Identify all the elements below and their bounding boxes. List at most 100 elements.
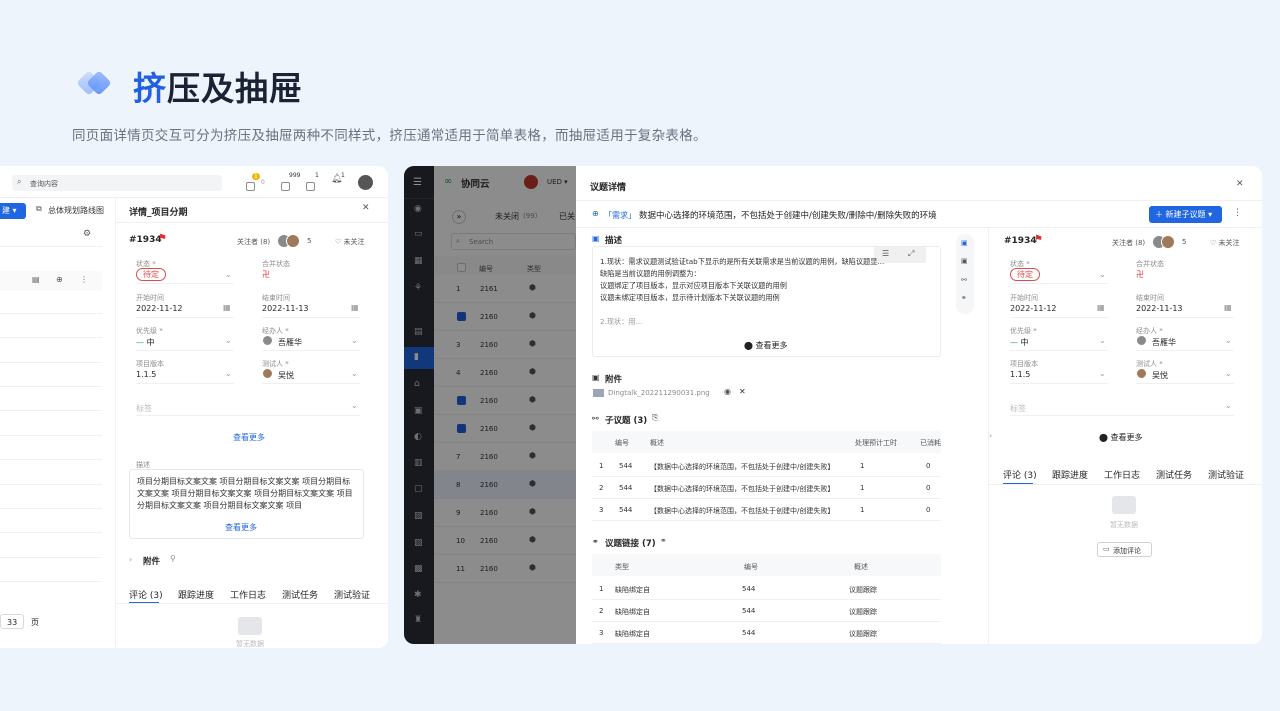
expand-icon[interactable]: › (129, 555, 132, 564)
priority-value[interactable]: 中 (1021, 338, 1029, 347)
more-icon[interactable]: ⋮ (1233, 208, 1242, 218)
tab-progress[interactable]: 跟踪进度 (178, 588, 214, 601)
link-row[interactable]: 2 缺陷绑定自 544 议题跟踪 (592, 600, 941, 622)
attach-title: 附件 (143, 557, 161, 567)
sub-cell-i: 1 (599, 462, 604, 470)
owner-value[interactable]: 吾雁华 (1152, 337, 1176, 348)
new-button[interactable]: 建 ▾ (0, 203, 26, 219)
follow-button[interactable]: ♡ 未关注 (1210, 238, 1240, 248)
tab-test-verify[interactable]: 测试验证 (334, 588, 370, 601)
drawer-title: 详情_项目分期 (129, 208, 188, 218)
close-icon[interactable]: ✕ (362, 203, 370, 213)
end-date[interactable]: 2022-11-13 (262, 304, 309, 313)
view-more-link[interactable]: ⬤ 查看更多 (1099, 432, 1143, 443)
anchor-sub-icon[interactable]: ⚯ (961, 276, 967, 284)
tab-progress[interactable]: 跟踪进度 (1052, 468, 1088, 481)
version-value[interactable]: 1.1.5 (136, 370, 156, 379)
sub-cell-h: 1 (860, 484, 865, 492)
tab-worklog[interactable]: 工作日志 (1104, 468, 1140, 481)
follow-button[interactable]: ♡ 未关注 (335, 237, 365, 247)
sub-col-desc: 概述 (650, 439, 664, 447)
follower-avatars[interactable] (1152, 234, 1175, 253)
issue-id: #1934 (129, 235, 162, 245)
follower-avatars[interactable] (277, 233, 300, 252)
desc-text: 1.现状：需求议题测试验证tab下显示的是所有关联需求是当前议题的用例，缺陷议题… (600, 257, 885, 326)
anchor-attach-icon[interactable]: ▣ (961, 257, 968, 265)
start-label: 开始时间 (136, 294, 164, 302)
sub-issue-row[interactable]: 3 544 【数据中心选择的环境范围，不包括处于创建中/创建失败】 1 0 (592, 499, 941, 521)
merge-value: 卍 (262, 270, 270, 279)
tab-comment[interactable]: 评论 (3) (1003, 468, 1037, 481)
link-row[interactable]: 3 缺陷绑定自 544 议题跟踪 (592, 622, 941, 644)
desc-more-link[interactable]: 查看更多 (225, 522, 257, 533)
tab-comment[interactable]: 评论 (3) (129, 588, 163, 601)
close-icon[interactable]: ✕ (1236, 179, 1244, 189)
link-col-type: 类型 (615, 563, 629, 571)
owner-value[interactable]: 吾雁华 (278, 337, 302, 348)
view-more-link[interactable]: ⬤ 查看更多 (744, 340, 788, 351)
target-icon[interactable]: ⊕ (56, 275, 63, 284)
overlay-mask[interactable] (404, 166, 576, 644)
new-sub-issue-button[interactable]: ＋ 新建子议题 ▾ (1149, 206, 1222, 223)
version-value[interactable]: 1.1.5 (1010, 370, 1030, 379)
status-value[interactable]: 待定 (136, 268, 166, 281)
page-subtitle: 同页面详情页交互可分为挤压及抽屉两种不同样式，挤压通常适用于简单表格，而抽屉适用… (72, 128, 707, 144)
start-date[interactable]: 2022-11-12 (136, 304, 183, 313)
settings-icon[interactable]: ⚙ (83, 229, 91, 239)
more-icon[interactable]: ⋮ (80, 275, 88, 284)
link-cell-no: 544 (742, 585, 756, 593)
search-input[interactable]: ⌕ 查询内容 (12, 175, 222, 191)
link-cell-i: 1 (599, 585, 604, 593)
add-link-icon[interactable]: ⚭ (660, 536, 667, 545)
eye-icon[interactable]: ◉ (724, 387, 731, 396)
collapse-panel-icon[interactable]: › (989, 431, 992, 440)
empty-box-icon (1112, 496, 1136, 514)
link-col-no: 编号 (744, 563, 758, 571)
calendar-icon[interactable]: ▦ (1224, 303, 1232, 312)
tag-field[interactable]: 标签 (136, 403, 152, 414)
add-comment-button[interactable]: ▭ 添加评论 (1097, 542, 1152, 557)
merge-label: 合并状态 (262, 260, 290, 268)
tab-worklog[interactable]: 工作日志 (230, 588, 266, 601)
user-avatar[interactable] (357, 174, 374, 191)
tester-value[interactable]: 吴悦 (1152, 370, 1168, 381)
attach-file-link[interactable]: Dingtalk_20221129003​1.png (608, 389, 710, 397)
link-cell-type: 缺陷绑定自 (615, 630, 650, 638)
anchor-link-icon[interactable]: ⚭ (961, 294, 967, 302)
sub-cell-u: 0 (926, 484, 931, 492)
priority-value[interactable]: 中 (147, 338, 155, 347)
add-sub-icon[interactable]: ⎘ (652, 413, 658, 423)
desc-title: 描述 (605, 236, 623, 246)
tab-test-task[interactable]: 测试任务 (282, 588, 318, 601)
view-more-link[interactable]: 查看更多 (233, 432, 265, 443)
roadmap-link[interactable]: 总体规划路线图 (48, 205, 104, 216)
start-date[interactable]: 2022-11-12 (1010, 304, 1057, 313)
doc-icon[interactable]: ▤ (32, 275, 40, 284)
status-value[interactable]: 待定 (1010, 268, 1040, 281)
desc-box[interactable]: 项目分期目标文案文案 项目分期目标文案文案 项目分期目标文案文案 项目分期目标文… (129, 469, 364, 539)
calendar-icon[interactable]: ▦ (1097, 303, 1105, 312)
issue-id: #1934 (1004, 236, 1037, 246)
sub-cell-i: 3 (599, 506, 604, 514)
tab-test-task[interactable]: 测试任务 (1156, 468, 1192, 481)
link-cell-type: 缺陷绑定自 (615, 586, 650, 594)
calendar-icon[interactable]: ▦ (351, 303, 359, 312)
priority-label: 优先级 * (136, 327, 163, 335)
delete-icon[interactable]: ✕ (739, 387, 746, 396)
tag-field[interactable]: 标签 (1010, 403, 1026, 414)
tester-value[interactable]: 吴悦 (278, 370, 294, 381)
sub-issue-row[interactable]: 1 544 【数据中心选择的环境范围，不包括处于创建中/创建失败】 1 0 (592, 455, 941, 477)
calendar-icon[interactable]: ▦ (223, 303, 231, 312)
tab-test-verify[interactable]: 测试验证 (1208, 468, 1244, 481)
start-label: 开始时间 (1010, 294, 1038, 302)
anchor-desc-icon[interactable]: ▣ (961, 239, 968, 247)
end-date[interactable]: 2022-11-13 (1136, 304, 1183, 313)
fullscreen-icon[interactable]: ⤢ (908, 249, 914, 259)
paperclip-icon[interactable]: ⚲ (170, 554, 176, 563)
page-input[interactable]: 33 (0, 614, 24, 629)
link-row[interactable]: 1 缺陷绑定自 544 议题跟踪 (592, 578, 941, 600)
flag-icon: ⚑ (158, 233, 167, 244)
todo-icon[interactable] (306, 176, 315, 195)
sub-cell-desc: 【数据中心选择的环境范围，不包括处于创建中/创建失败】 (650, 463, 835, 471)
sub-issue-row[interactable]: 2 544 【数据中心选择的环境范围，不包括处于创建中/创建失败】 1 0 (592, 477, 941, 499)
